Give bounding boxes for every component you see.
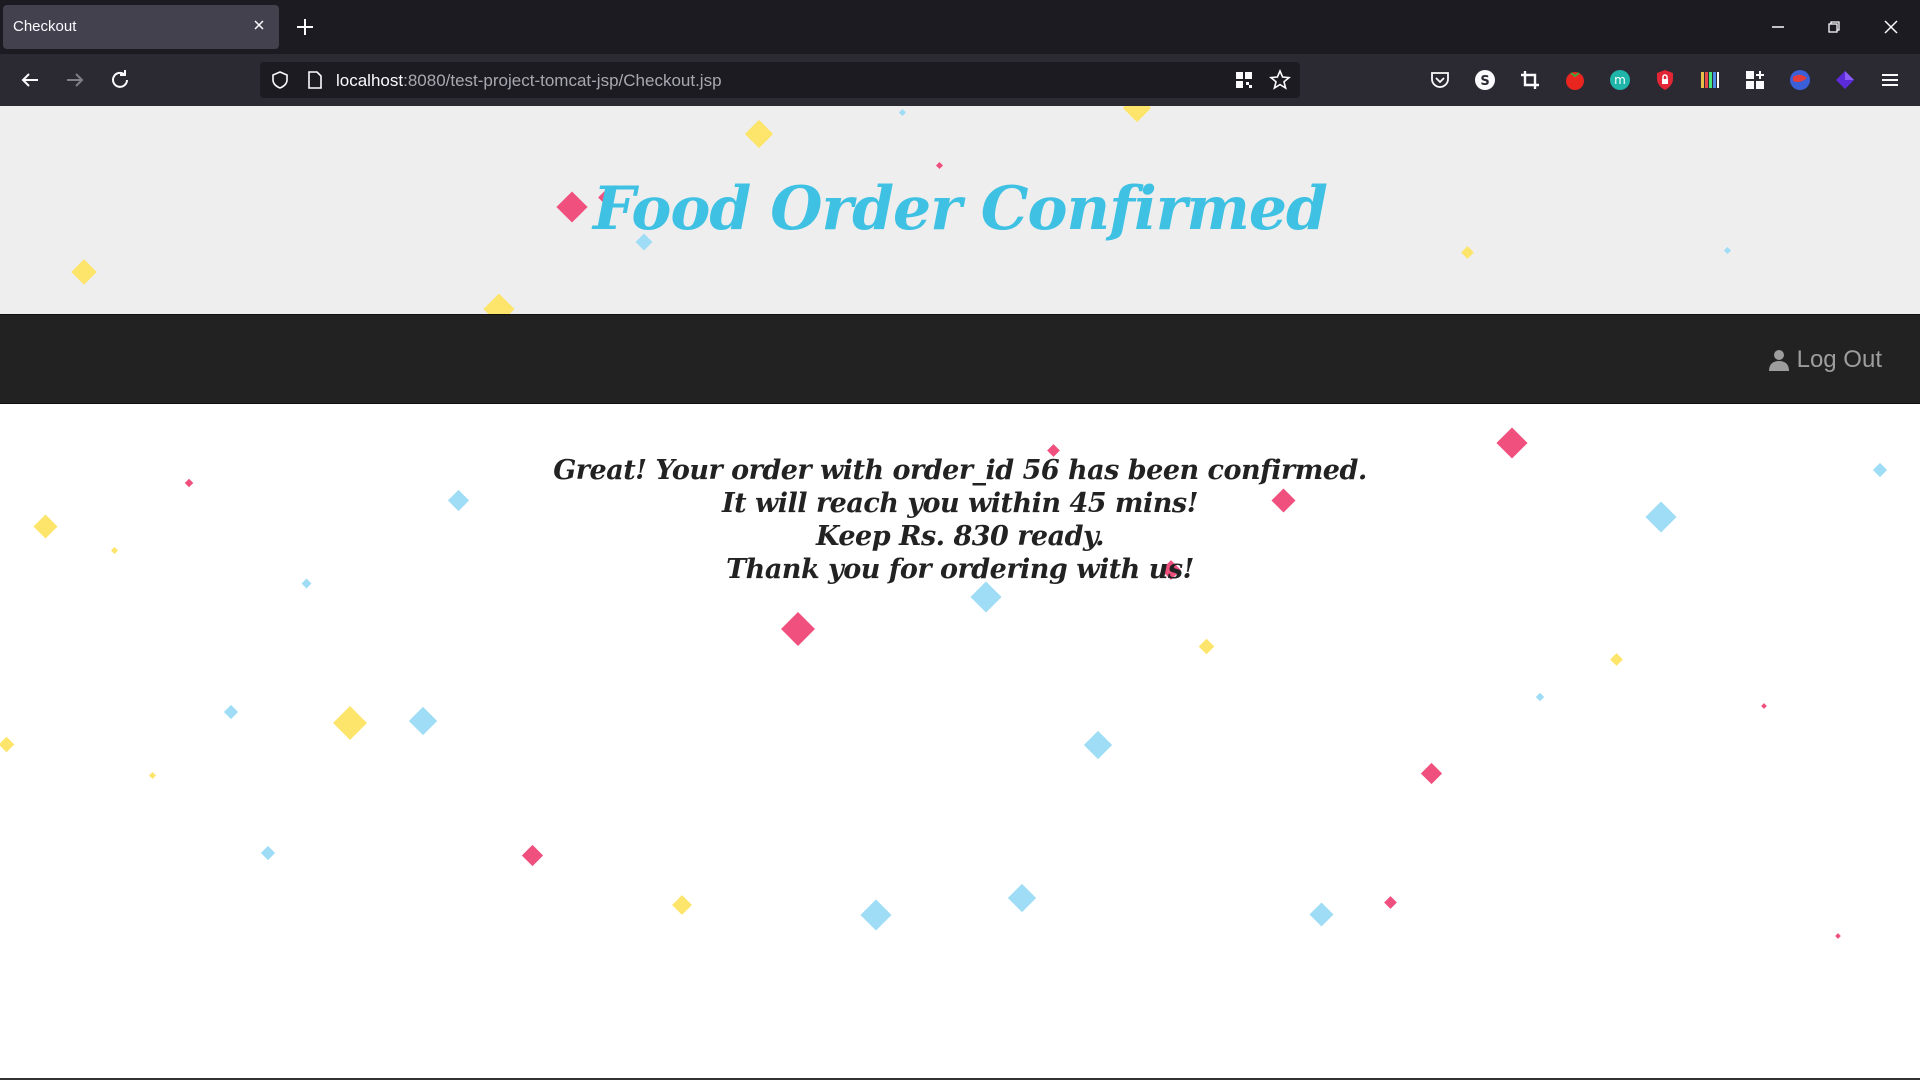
page-title: Food Order Confirmed (593, 174, 1328, 244)
color-bars-icon[interactable] (1698, 68, 1722, 92)
url-text: localhost:8080/test-project-tomcat-jsp/C… (336, 71, 722, 90)
qr-code-icon[interactable] (1234, 70, 1254, 90)
new-tab-icon[interactable] (294, 16, 316, 38)
reload-icon[interactable] (108, 68, 132, 92)
close-tab-icon[interactable] (251, 17, 267, 33)
confetti-piece (408, 706, 438, 736)
confetti-piece (744, 119, 774, 149)
logout-link[interactable]: Log Out (1767, 345, 1882, 375)
back-icon[interactable] (18, 68, 42, 92)
close-window-icon[interactable] (1878, 14, 1904, 40)
s-extension-icon[interactable]: S (1473, 68, 1497, 92)
confetti-piece (1835, 933, 1841, 939)
confirmation-content: Great! Your order with order_id 56 has b… (0, 404, 1920, 1080)
confetti-piece (1122, 106, 1152, 123)
browser-tab-checkout[interactable]: Checkout (3, 5, 279, 49)
confetti-piece (1723, 246, 1732, 255)
forward-icon[interactable] (63, 68, 87, 92)
browser-nav-bar: localhost:8080/test-project-tomcat-jsp/C… (0, 54, 1920, 106)
confetti-piece (1761, 703, 1767, 709)
page: Food Order Confirmed Log Out Great! Your… (0, 106, 1920, 1080)
confetti-piece (0, 736, 15, 753)
header-banner: Food Order Confirmed (0, 106, 1920, 314)
confetti-piece (1309, 902, 1334, 927)
minimize-icon[interactable] (1765, 14, 1791, 40)
svg-text:S: S (1480, 74, 1489, 89)
confetti-piece (260, 845, 276, 861)
confetti-piece (1610, 653, 1623, 666)
lock-extension-icon[interactable] (1653, 68, 1677, 92)
browser-tab-bar: Checkout (0, 0, 1920, 54)
svg-text:m: m (1614, 73, 1626, 87)
confetti-piece (1535, 692, 1545, 702)
bookmark-star-icon[interactable] (1269, 69, 1291, 91)
message-line: Thank you for ordering with us! (726, 554, 1194, 585)
confetti-piece (860, 899, 892, 931)
address-bar[interactable]: localhost:8080/test-project-tomcat-jsp/C… (260, 62, 1300, 98)
confetti-piece (1420, 762, 1443, 785)
message-line: Great! Your order with order_id 56 has b… (553, 455, 1367, 486)
crop-icon[interactable] (1518, 68, 1542, 92)
page-icon[interactable] (306, 70, 324, 90)
restore-icon[interactable] (1821, 14, 1847, 40)
top-navbar: Log Out (0, 314, 1920, 404)
confetti-piece (71, 259, 97, 285)
message-line: It will reach you within 45 mins! (722, 488, 1198, 519)
confetti-piece (935, 161, 944, 170)
confetti-piece (1007, 883, 1037, 913)
confetti-piece (521, 844, 544, 867)
confetti-piece (1198, 638, 1215, 655)
globe-extension-icon[interactable] (1788, 68, 1812, 92)
logout-label: Log Out (1796, 346, 1882, 373)
confetti-piece (970, 581, 1002, 613)
confetti-piece (483, 293, 515, 314)
confetti-piece (1083, 730, 1113, 760)
diamond-extension-icon[interactable] (1833, 68, 1857, 92)
confetti-piece (148, 771, 157, 780)
confetti-piece (223, 704, 239, 720)
confetti-piece (1461, 246, 1474, 259)
pocket-icon[interactable] (1428, 68, 1452, 92)
confetti-piece (1384, 896, 1397, 909)
grid-plus-icon[interactable] (1743, 68, 1767, 92)
confetti-piece (898, 108, 907, 117)
confetti-piece (672, 895, 692, 915)
confirmation-message: Great! Your order with order_id 56 has b… (0, 454, 1920, 586)
m-extension-icon[interactable]: m (1608, 68, 1632, 92)
tomato-icon[interactable] (1563, 68, 1587, 92)
confetti-piece (781, 612, 815, 646)
shield-icon[interactable] (270, 70, 290, 90)
confetti-piece (333, 706, 367, 740)
menu-icon[interactable] (1878, 68, 1902, 92)
tab-title: Checkout (13, 18, 77, 35)
message-line: Keep Rs. 830 ready. (816, 521, 1104, 552)
user-icon (1768, 350, 1789, 371)
